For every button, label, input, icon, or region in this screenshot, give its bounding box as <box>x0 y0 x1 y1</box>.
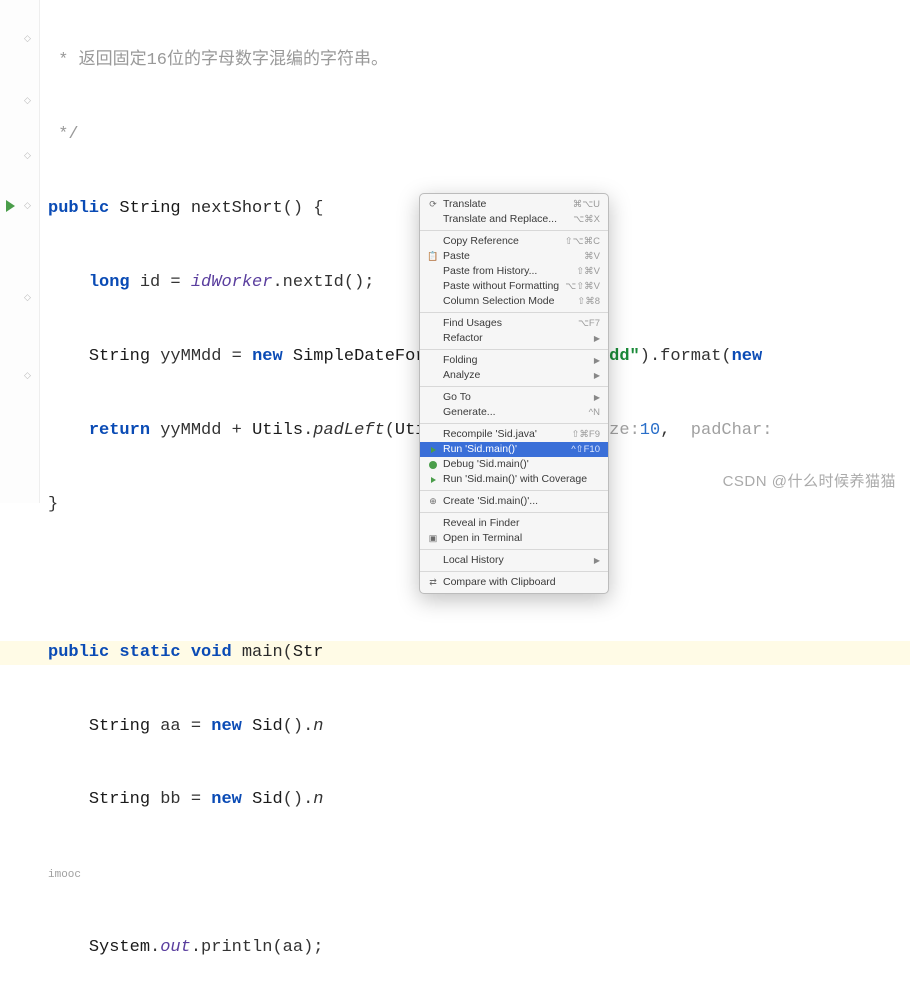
menu-item-refactor[interactable]: Refactor ▶ <box>420 331 608 346</box>
menu-item-label: Find Usages <box>443 316 572 331</box>
menu-item-label: Translate <box>443 197 567 212</box>
fold-marker[interactable]: ◇ <box>24 33 31 46</box>
menu-item-open-in-terminal[interactable]: ▣Open in Terminal <box>420 531 608 546</box>
menu-item-column-selection-mode[interactable]: Column Selection Mode ⇧⌘8 <box>420 294 608 309</box>
current-line: public static void main(Str <box>0 641 910 666</box>
menu-item-label: Reveal in Finder <box>443 516 600 531</box>
menu-separator <box>420 312 608 313</box>
menu-item-label: Recompile 'Sid.java' <box>443 427 565 442</box>
⊕-icon: ⊕ <box>426 495 440 508</box>
context-menu: ⟳Translate ⌘⌥U Translate and Replace... ⌥⌘X… <box>419 193 609 594</box>
📋-icon: 📋 <box>426 250 440 263</box>
menu-item-label: Run 'Sid.main()' <box>443 442 565 457</box>
menu-shortcut: ⌘V <box>584 250 600 264</box>
menu-item-label: Create 'Sid.main()'... <box>443 494 600 509</box>
watermark: CSDN @什么时候养猫猫 <box>723 471 896 493</box>
menu-item-paste-from-history[interactable]: Paste from History... ⇧⌘V <box>420 264 608 279</box>
menu-shortcut: ⌘⌥U <box>573 198 600 212</box>
menu-shortcut: ⇧⌥⌘C <box>565 235 600 249</box>
submenu-arrow-icon: ▶ <box>594 555 600 567</box>
play-icon <box>426 473 440 486</box>
menu-item-translate-and-replace[interactable]: Translate and Replace... ⌥⌘X <box>420 212 608 227</box>
menu-separator <box>420 230 608 231</box>
menu-item-generate[interactable]: Generate... ^N <box>420 405 608 420</box>
menu-separator <box>420 571 608 572</box>
menu-shortcut: ^N <box>589 406 600 420</box>
fold-marker[interactable]: ◇ <box>24 200 31 213</box>
menu-shortcut: ⇧⌘V <box>576 265 600 279</box>
menu-item-label: Generate... <box>443 405 583 420</box>
menu-item-run-sid-main-with-coverage[interactable]: Run 'Sid.main()' with Coverage <box>420 472 608 487</box>
menu-separator <box>420 512 608 513</box>
menu-item-label: Paste without Formatting <box>443 279 559 294</box>
menu-item-find-usages[interactable]: Find Usages ⌥F7 <box>420 316 608 331</box>
submenu-arrow-icon: ▶ <box>594 333 600 345</box>
fold-marker[interactable]: ◇ <box>24 150 31 163</box>
submenu-arrow-icon: ▶ <box>594 392 600 404</box>
editor-gutter: ◇ ◇ ◇ ◇ ◇ ◇ <box>0 0 40 503</box>
▣-icon: ▣ <box>426 532 440 545</box>
menu-item-local-history[interactable]: Local History ▶ <box>420 553 608 568</box>
menu-shortcut: ⌥F7 <box>578 317 600 331</box>
menu-item-label: Paste <box>443 249 578 264</box>
menu-item-label: Translate and Replace... <box>443 212 567 227</box>
menu-separator <box>420 386 608 387</box>
menu-separator <box>420 423 608 424</box>
menu-item-translate[interactable]: ⟳Translate ⌘⌥U <box>420 197 608 212</box>
menu-shortcut: ⇧⌘8 <box>577 295 600 309</box>
menu-shortcut: ^⇧F10 <box>571 443 600 457</box>
fold-marker[interactable]: ◇ <box>24 370 31 383</box>
menu-item-label: Analyze <box>443 368 588 383</box>
menu-item-label: Paste from History... <box>443 264 570 279</box>
menu-separator <box>420 490 608 491</box>
play-icon <box>426 443 440 456</box>
menu-item-create-sid-main[interactable]: ⊕Create 'Sid.main()'... <box>420 494 608 509</box>
fold-marker[interactable]: ◇ <box>24 95 31 108</box>
fold-marker[interactable]: ◇ <box>24 292 31 305</box>
menu-item-label: Go To <box>443 390 588 405</box>
submenu-arrow-icon: ▶ <box>594 355 600 367</box>
menu-item-label: Local History <box>443 553 588 568</box>
menu-item-label: Column Selection Mode <box>443 294 571 309</box>
menu-item-label: Folding <box>443 353 588 368</box>
menu-item-paste-without-formatting[interactable]: Paste without Formatting ⌥⇧⌘V <box>420 279 608 294</box>
submenu-arrow-icon: ▶ <box>594 370 600 382</box>
menu-item-paste[interactable]: 📋Paste ⌘V <box>420 249 608 264</box>
inline-hint: imooc <box>48 869 81 881</box>
menu-item-label: Open in Terminal <box>443 531 600 546</box>
menu-item-folding[interactable]: Folding ▶ <box>420 353 608 368</box>
menu-item-reveal-in-finder[interactable]: Reveal in Finder <box>420 516 608 531</box>
run-gutter-icon[interactable] <box>6 200 15 212</box>
menu-shortcut: ⇧⌘F9 <box>571 428 600 442</box>
menu-shortcut: ⌥⌘X <box>573 213 600 227</box>
menu-separator <box>420 549 608 550</box>
menu-separator <box>420 349 608 350</box>
menu-item-go-to[interactable]: Go To ▶ <box>420 390 608 405</box>
menu-item-label: Debug 'Sid.main()' <box>443 457 600 472</box>
menu-item-debug-sid-main[interactable]: Debug 'Sid.main()' <box>420 457 608 472</box>
⟳-icon: ⟳ <box>426 198 440 211</box>
menu-item-copy-reference[interactable]: Copy Reference ⇧⌥⌘C <box>420 234 608 249</box>
menu-item-label: Refactor <box>443 331 588 346</box>
menu-item-label: Copy Reference <box>443 234 559 249</box>
comment: */ <box>48 125 79 144</box>
menu-item-compare-with-clipboard[interactable]: ⇄Compare with Clipboard <box>420 575 608 590</box>
menu-item-recompile-sid-java[interactable]: Recompile 'Sid.java' ⇧⌘F9 <box>420 427 608 442</box>
menu-item-run-sid-main[interactable]: Run 'Sid.main()' ^⇧F10 <box>420 442 608 457</box>
menu-item-label: Run 'Sid.main()' with Coverage <box>443 472 600 487</box>
menu-item-analyze[interactable]: Analyze ▶ <box>420 368 608 383</box>
comment: * 返回固定16位的字母数字混编的字符串。 <box>48 51 388 70</box>
bug-icon <box>426 458 440 471</box>
⇄-icon: ⇄ <box>426 576 440 589</box>
menu-item-label: Compare with Clipboard <box>443 575 600 590</box>
menu-shortcut: ⌥⇧⌘V <box>565 280 600 294</box>
